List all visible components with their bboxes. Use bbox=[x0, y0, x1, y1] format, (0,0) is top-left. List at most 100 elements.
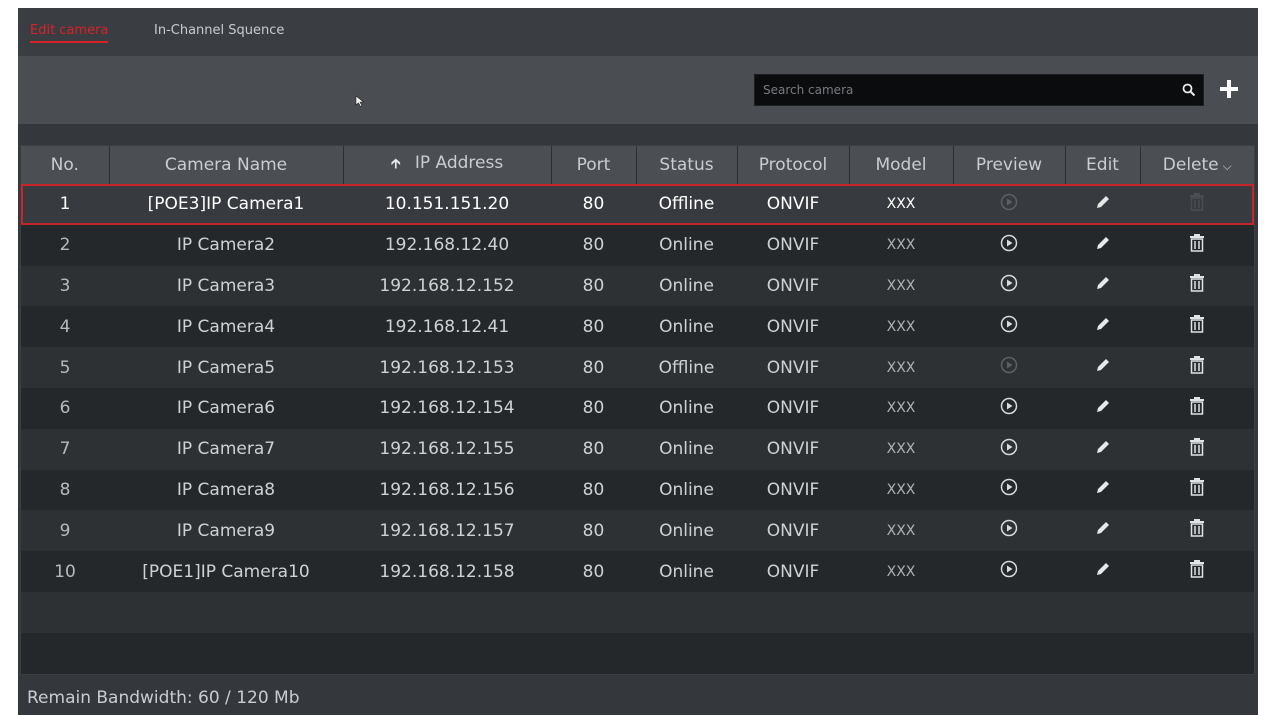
col-header-delete[interactable]: Delete ⌵ bbox=[1140, 146, 1254, 184]
cell-no: 1 bbox=[21, 184, 109, 225]
table-row[interactable]: 1 [POE3]IP Camera1 10.151.151.20 80 Offline O… bbox=[21, 184, 1254, 225]
cell-camera-name: [POE3]IP Camera1 bbox=[109, 184, 343, 225]
tab-in-channel-sequence[interactable]: In-Channel Squence bbox=[154, 23, 284, 38]
camera-table-container: No. Camera Name 🡱 IP Address Port Status … bbox=[20, 145, 1255, 675]
cell-port: 80 bbox=[551, 306, 636, 348]
table-row[interactable]: 9 IP Camera9 192.168.12.157 80 Online ONVIF XX… bbox=[21, 510, 1254, 552]
trash-icon[interactable] bbox=[1140, 184, 1254, 225]
empty-row bbox=[21, 632, 1254, 674]
tab-edit-camera[interactable]: Edit camera bbox=[30, 23, 109, 43]
play-icon[interactable] bbox=[953, 306, 1065, 348]
cell-camera-name: IP Camera4 bbox=[109, 306, 343, 348]
cell-status: Online bbox=[636, 469, 737, 511]
play-icon[interactable] bbox=[953, 551, 1065, 592]
col-header-preview[interactable]: Preview bbox=[953, 146, 1066, 184]
cell-camera-name: IP Camera2 bbox=[109, 224, 343, 266]
plus-icon[interactable] bbox=[1214, 74, 1244, 104]
trash-icon[interactable] bbox=[1140, 224, 1254, 266]
cell-model: XXX bbox=[849, 265, 953, 307]
table-row[interactable]: 6 IP Camera6 192.168.12.154 80 Online ONVIF XX… bbox=[21, 387, 1254, 429]
cell-port: 80 bbox=[551, 387, 636, 429]
table-row[interactable]: 5 IP Camera5 192.168.12.153 80 Offline ONVIF X… bbox=[21, 347, 1254, 388]
arrow-up-icon: 🡱 bbox=[390, 156, 401, 172]
play-icon[interactable] bbox=[953, 347, 1065, 388]
col-header-ip-address-label: IP Address bbox=[414, 153, 504, 173]
cell-port: 80 bbox=[551, 184, 636, 225]
cell-port: 80 bbox=[551, 510, 636, 552]
col-header-status[interactable]: Status bbox=[636, 146, 738, 184]
cell-no: 3 bbox=[21, 265, 109, 307]
pencil-icon[interactable] bbox=[1065, 265, 1140, 307]
cell-model: XXX bbox=[849, 469, 953, 511]
pencil-icon[interactable] bbox=[1065, 306, 1140, 348]
play-icon[interactable] bbox=[953, 387, 1065, 429]
pencil-icon[interactable] bbox=[1065, 347, 1140, 388]
cell-protocol: ONVIF bbox=[737, 387, 849, 429]
pencil-icon[interactable] bbox=[1065, 224, 1140, 266]
play-icon[interactable] bbox=[953, 428, 1065, 470]
col-header-model[interactable]: Model bbox=[849, 146, 954, 184]
table-row[interactable]: 4 IP Camera4 192.168.12.41 80 Online ONVIF XXX bbox=[21, 306, 1254, 348]
table-row[interactable]: 3 IP Camera3 192.168.12.152 80 Online ONVIF XX… bbox=[21, 265, 1254, 307]
cell-camera-name: [POE1]IP Camera10 bbox=[109, 551, 343, 592]
cell-ip-address: 192.168.12.152 bbox=[343, 265, 551, 307]
cell-model: XXX bbox=[849, 387, 953, 429]
table-row[interactable]: 2 IP Camera2 192.168.12.40 80 Online ONVIF XXX bbox=[21, 224, 1254, 266]
table-row[interactable]: 8 IP Camera8 192.168.12.156 80 Online ONVIF XX… bbox=[21, 469, 1254, 511]
cell-status: Online bbox=[636, 265, 737, 307]
cell-port: 80 bbox=[551, 347, 636, 388]
cell-ip-address: 192.168.12.155 bbox=[343, 428, 551, 470]
trash-icon[interactable] bbox=[1140, 428, 1254, 470]
cell-camera-name: IP Camera3 bbox=[109, 265, 343, 307]
trash-icon[interactable] bbox=[1140, 551, 1254, 592]
trash-icon[interactable] bbox=[1140, 265, 1254, 307]
cell-protocol: ONVIF bbox=[737, 510, 849, 552]
col-header-camera-name[interactable]: Camera Name bbox=[109, 146, 344, 184]
play-icon[interactable] bbox=[953, 224, 1065, 266]
trash-icon[interactable] bbox=[1140, 387, 1254, 429]
cell-no: 10 bbox=[21, 551, 109, 592]
play-icon[interactable] bbox=[953, 469, 1065, 511]
trash-icon[interactable] bbox=[1140, 306, 1254, 348]
col-header-edit[interactable]: Edit bbox=[1065, 146, 1141, 184]
pencil-icon[interactable] bbox=[1065, 184, 1140, 225]
pencil-icon[interactable] bbox=[1065, 469, 1140, 511]
cell-status: Online bbox=[636, 224, 737, 266]
cell-model: XXX bbox=[849, 428, 953, 470]
trash-icon[interactable] bbox=[1140, 469, 1254, 511]
cell-protocol: ONVIF bbox=[737, 347, 849, 388]
pencil-icon[interactable] bbox=[1065, 387, 1140, 429]
search-input[interactable] bbox=[755, 75, 1175, 105]
play-icon[interactable] bbox=[953, 265, 1065, 307]
trash-icon[interactable] bbox=[1140, 510, 1254, 552]
cell-camera-name: IP Camera7 bbox=[109, 428, 343, 470]
pencil-icon[interactable] bbox=[1065, 551, 1140, 592]
cell-protocol: ONVIF bbox=[737, 224, 849, 266]
search-icon[interactable] bbox=[1175, 76, 1203, 104]
col-header-no[interactable]: No. bbox=[21, 146, 110, 184]
trash-icon[interactable] bbox=[1140, 347, 1254, 388]
camera-panel: Edit camera In-Channel Squence Search ca… bbox=[18, 8, 1258, 715]
col-header-delete-label: Delete bbox=[1162, 155, 1219, 175]
cell-status: Offline bbox=[636, 184, 737, 225]
cell-port: 80 bbox=[551, 224, 636, 266]
cell-status: Online bbox=[636, 428, 737, 470]
play-icon[interactable] bbox=[953, 184, 1065, 225]
cell-model: XXX bbox=[849, 306, 953, 348]
cell-camera-name: IP Camera6 bbox=[109, 387, 343, 429]
cell-protocol: ONVIF bbox=[737, 184, 849, 225]
toolbar bbox=[18, 56, 1258, 124]
cell-status: Online bbox=[636, 551, 737, 592]
col-header-protocol[interactable]: Protocol bbox=[737, 146, 850, 184]
col-header-ip-address[interactable]: 🡱 IP Address bbox=[343, 146, 552, 184]
pencil-icon[interactable] bbox=[1065, 428, 1140, 470]
table-row[interactable]: 7 IP Camera7 192.168.12.155 80 Online ONVIF XX… bbox=[21, 428, 1254, 470]
col-header-port[interactable]: Port bbox=[551, 146, 637, 184]
table-row[interactable]: 10 [POE1]IP Camera10 192.168.12.158 80 Onlin… bbox=[21, 551, 1254, 592]
play-icon[interactable] bbox=[953, 510, 1065, 552]
mouse-cursor-icon bbox=[355, 95, 365, 107]
cell-ip-address: 192.168.12.158 bbox=[343, 551, 551, 592]
remain-bandwidth: Remain Bandwidth: 60 / 120 Mb bbox=[27, 688, 300, 708]
pencil-icon[interactable] bbox=[1065, 510, 1140, 552]
chevron-down-icon[interactable]: ⌵ bbox=[1223, 159, 1232, 173]
